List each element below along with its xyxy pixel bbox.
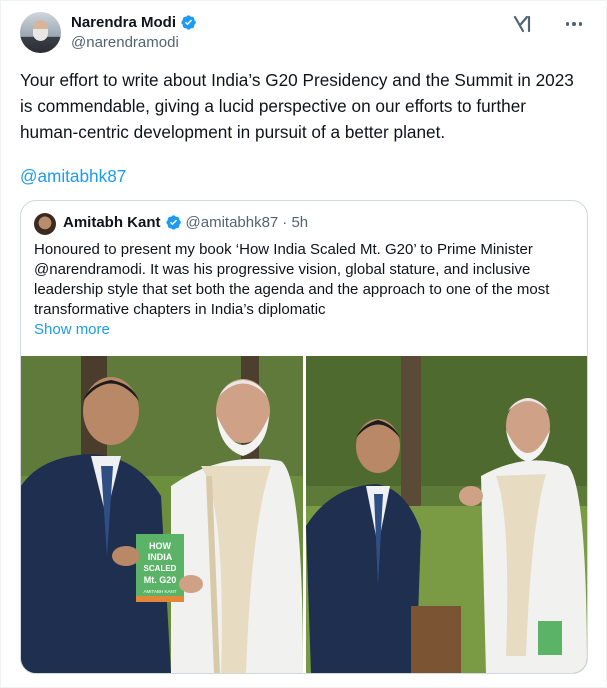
book-author: AMITABH KANT [144,589,177,594]
author-avatar[interactable] [20,12,61,53]
photo-book-presentation[interactable]: HOW INDIA SCALED Mt. G20 AMITABH KANT [21,356,303,673]
book-title-line1: HOW [149,541,172,551]
more-options-icon[interactable] [563,13,585,35]
author-name-row[interactable]: Narendra Modi [71,14,197,31]
tweet-mention-link[interactable]: @amitabhk87 [20,163,126,189]
media-grid: HOW INDIA SCALED Mt. G20 AMITABH KANT [21,356,587,673]
quoted-timestamp[interactable]: · 5h [282,214,308,231]
author-handle[interactable]: @narendramodi [71,34,179,51]
show-more-link[interactable]: Show more [34,320,110,340]
quoted-author-handle[interactable]: @amitabhk87 [186,214,279,231]
tweet-text: Your effort to write about India’s G20 P… [20,70,574,142]
photo-conversation[interactable] [306,356,587,673]
verified-badge-icon [165,215,181,230]
quoted-author-avatar[interactable] [34,213,56,235]
quoted-author-row: Amitabh Kant @amitabhk87 · 5h [63,214,308,231]
book-cover: HOW INDIA SCALED Mt. G20 AMITABH KANT [136,534,184,602]
quoted-tweet-text: Honoured to present my book ‘How India S… [34,241,550,318]
grok-icon[interactable] [511,13,533,35]
book-title-line4: Mt. G20 [144,575,177,585]
tweet-card: Narendra Modi @narendramodi Your effort … [0,0,607,688]
author-name[interactable]: Narendra Modi [71,14,176,31]
book-title-line3: SCALED [144,564,177,573]
verified-badge-icon [181,15,196,30]
book-title-line2: INDIA [148,552,173,562]
quoted-tweet[interactable]: Amitabh Kant @amitabhk87 · 5h Honoured t… [20,200,588,674]
quoted-author-name[interactable]: Amitabh Kant [63,214,161,231]
